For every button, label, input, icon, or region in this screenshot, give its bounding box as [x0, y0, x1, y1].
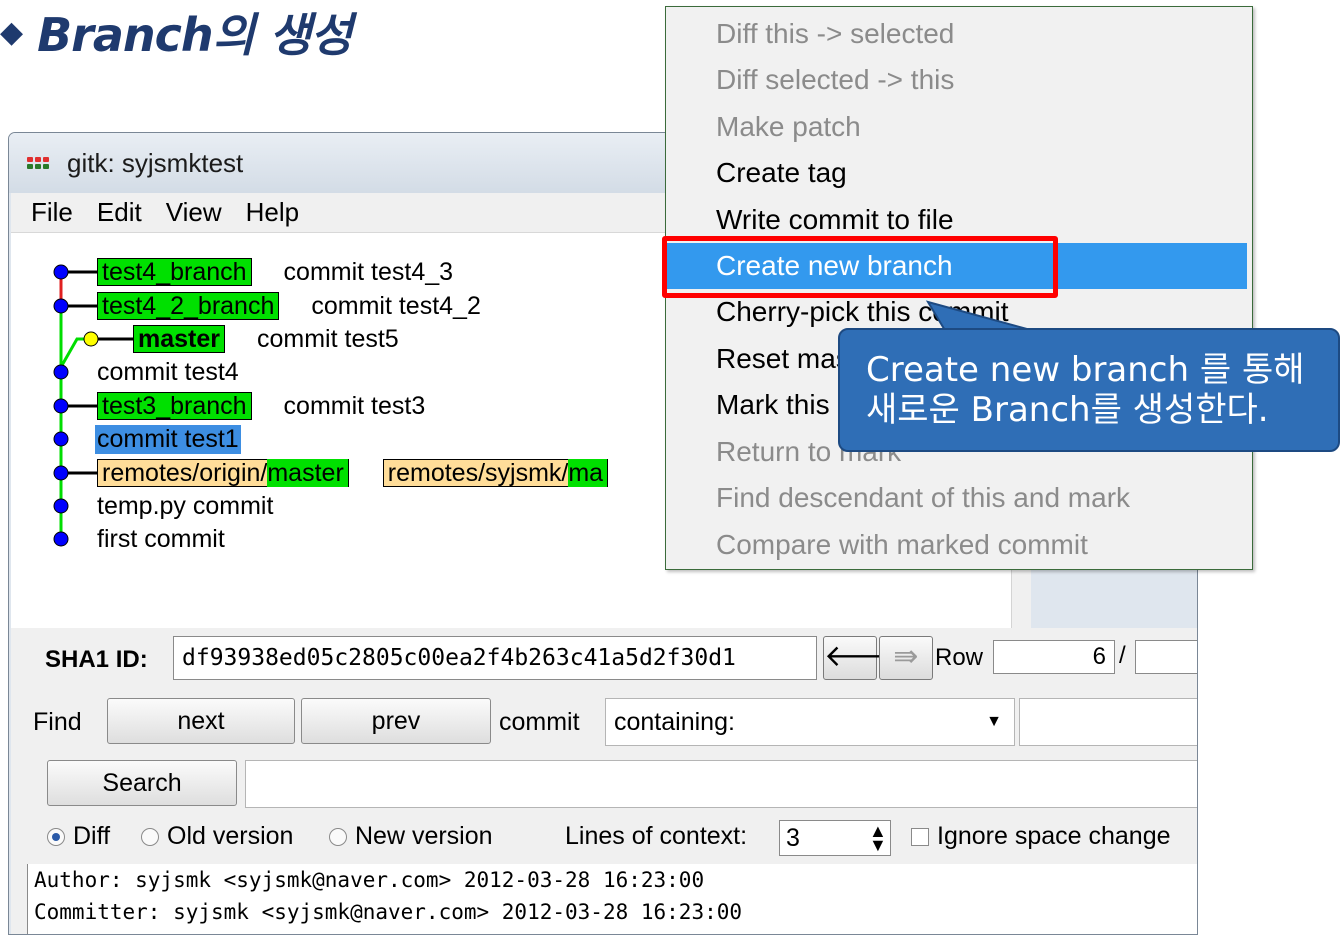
old-version-radio[interactable]: [141, 828, 159, 846]
commit-node[interactable]: [53, 398, 69, 414]
remote-prefix: remotes/syjsmk/: [387, 459, 569, 487]
gitk-app-icon: [27, 157, 57, 169]
row-total-field[interactable]: [1135, 640, 1197, 674]
commit-message-selected[interactable]: commit test1: [95, 424, 241, 454]
commit-node[interactable]: [53, 498, 69, 514]
old-version-label[interactable]: Old version: [167, 822, 293, 851]
commit-message[interactable]: first commit: [97, 525, 225, 554]
sha1-field[interactable]: df93938ed05c2805c00ea2f4b263c41a5d2f30d1: [173, 636, 817, 680]
menu-item-find-descendant[interactable]: Find descendant of this and mark: [666, 475, 1252, 521]
branch-tag[interactable]: test4_2_branch: [97, 292, 280, 320]
branch-tag[interactable]: test4_branch: [97, 258, 252, 286]
back-arrow-button[interactable]: 🡐: [823, 636, 904, 680]
commit-row-selected[interactable]: commit test1: [95, 424, 241, 454]
menu-item-compare-marked[interactable]: Compare with marked commit: [666, 522, 1252, 568]
commit-row[interactable]: test4_branch commit test4_3: [97, 257, 453, 287]
commit-node[interactable]: [53, 465, 69, 481]
dropdown-arrow-icon: ▼: [986, 713, 1002, 730]
find-text-input[interactable]: [1019, 698, 1197, 746]
forward-arrow-button[interactable]: ⇛: [879, 636, 933, 680]
commit-details-pane[interactable]: Author: syjsmk <syjsmk@naver.com> 2012-0…: [27, 864, 1197, 934]
commit-message[interactable]: commit test5: [257, 325, 399, 354]
callout-line-2: 새로운 Branch를 생성한다.: [866, 390, 1269, 430]
menu-edit[interactable]: Edit: [97, 197, 142, 228]
window-title: gitk: syjsmktest: [67, 147, 244, 178]
commit-node[interactable]: [53, 298, 69, 314]
diff-label[interactable]: Diff: [73, 822, 110, 851]
find-mode-value: containing:: [614, 708, 735, 736]
head-commit-node[interactable]: [83, 331, 99, 347]
commit-message[interactable]: commit test4: [97, 358, 239, 387]
new-version-radio[interactable]: [329, 828, 347, 846]
committer-line: Committer: syjsmk <syjsmk@naver.com> 201…: [34, 900, 743, 924]
commit-node[interactable]: [53, 264, 69, 280]
commit-node[interactable]: [53, 364, 69, 380]
remote-branch-name: ma: [568, 459, 608, 487]
commit-row[interactable]: master commit test5: [133, 324, 399, 354]
slide-title-text: Branch의 생성: [37, 8, 353, 62]
remote-branch-tag[interactable]: remotes/origin/master: [97, 459, 349, 487]
sha1-label: SHA1 ID:: [45, 646, 148, 673]
spinner-arrows-icon[interactable]: ▲ ▼: [869, 822, 887, 854]
find-label: Find: [33, 708, 82, 736]
commit-row[interactable]: commit test4: [97, 357, 239, 387]
commit-message[interactable]: commit test4_2: [311, 292, 481, 321]
find-type-label[interactable]: commit: [499, 708, 580, 737]
new-version-label[interactable]: New version: [355, 822, 493, 851]
menu-view[interactable]: View: [166, 197, 222, 228]
search-button[interactable]: Search: [47, 760, 237, 806]
row-separator: /: [1119, 642, 1126, 669]
commit-row[interactable]: first commit: [97, 524, 225, 554]
row-label: Row: [935, 644, 984, 671]
author-line: Author: syjsmk <syjsmk@naver.com> 2012-0…: [34, 868, 705, 892]
remote-branch-tag[interactable]: remotes/syjsmk/ma: [382, 459, 609, 487]
lower-pane: SHA1 ID: df93938ed05c2805c00ea2f4b263c41…: [11, 628, 1197, 934]
commit-row[interactable]: test3_branch commit test3: [97, 391, 425, 421]
slide-title: ◆ Branch의 생성: [0, 2, 353, 62]
menu-item-diff-this-selected[interactable]: Diff this -> selected: [666, 11, 1252, 57]
search-input[interactable]: [245, 760, 1197, 808]
diff-options-row: Diff Old version New version Lines of co…: [11, 818, 1197, 858]
branch-tag[interactable]: test3_branch: [97, 392, 252, 420]
find-prev-button[interactable]: prev: [301, 698, 491, 744]
menu-item-make-patch[interactable]: Make patch: [666, 104, 1252, 150]
callout-line-1: Create new branch 를 통해: [866, 350, 1305, 390]
ignore-space-checkbox[interactable]: [911, 828, 929, 846]
remote-branch-name: master: [267, 459, 348, 487]
menu-item-diff-selected-this[interactable]: Diff selected -> this: [666, 57, 1252, 103]
commit-node[interactable]: [53, 531, 69, 547]
annotation-callout: Create new branch 를 통해 새로운 Branch를 생성한다.: [838, 328, 1340, 452]
diamond-bullet-icon: ◆: [0, 14, 24, 50]
menu-help[interactable]: Help: [246, 197, 299, 228]
commit-message[interactable]: temp.py commit: [97, 492, 273, 521]
context-lines-label: Lines of context:: [565, 822, 748, 850]
commit-row[interactable]: remotes/origin/master remotes/syjsmk/ma: [97, 458, 609, 488]
commit-message[interactable]: commit test4_3: [284, 258, 454, 287]
ignore-space-label[interactable]: Ignore space change: [937, 822, 1171, 851]
find-next-button[interactable]: next: [107, 698, 295, 744]
find-mode-select[interactable]: containing: ▼: [605, 698, 1015, 746]
highlight-box: [662, 236, 1058, 298]
row-number-field[interactable]: 6: [993, 640, 1115, 674]
diff-radio[interactable]: [47, 828, 65, 846]
menu-file[interactable]: File: [31, 197, 73, 228]
commit-row[interactable]: temp.py commit: [97, 491, 273, 521]
head-branch-tag[interactable]: master: [133, 325, 225, 353]
commit-row[interactable]: test4_2_branch commit test4_2: [97, 291, 481, 321]
commit-message[interactable]: commit test3: [284, 392, 426, 421]
remote-prefix: remotes/origin/: [102, 459, 268, 487]
menu-item-create-tag[interactable]: Create tag: [666, 150, 1252, 196]
commit-node[interactable]: [53, 431, 69, 447]
